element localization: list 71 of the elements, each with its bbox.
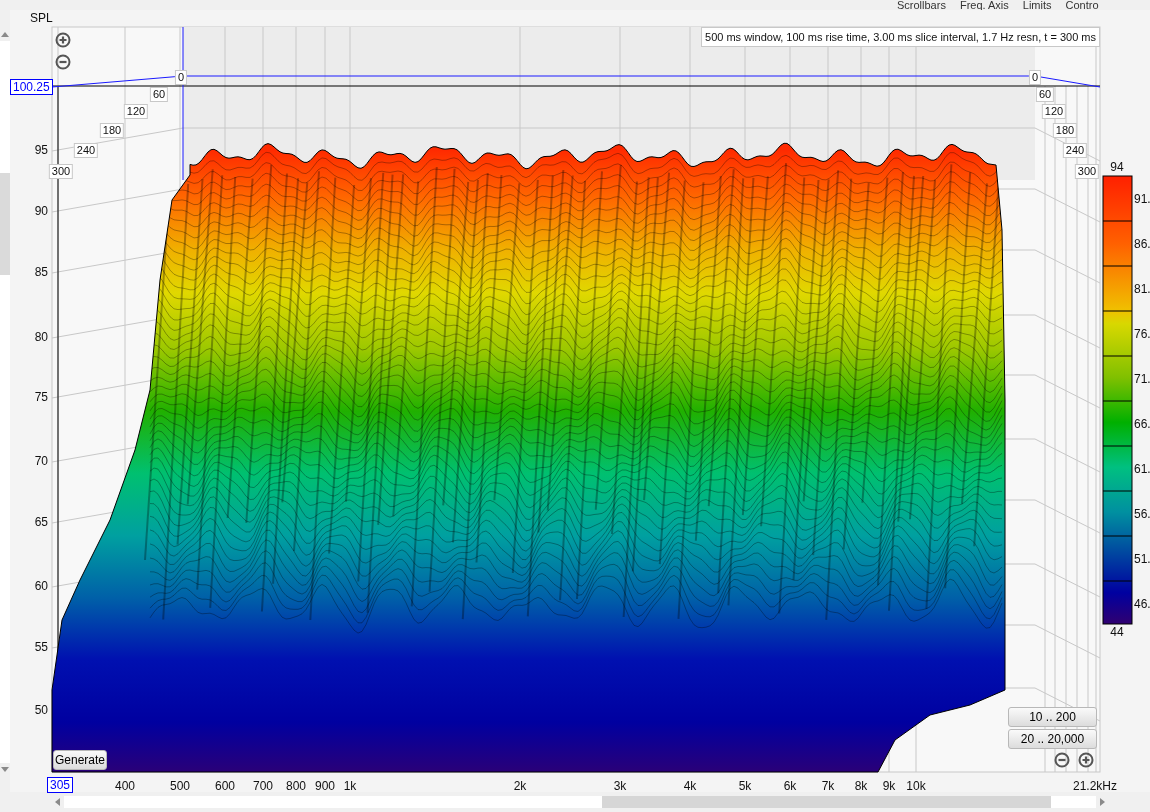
time-label: 240 — [1062, 143, 1088, 158]
time-label: 0 — [1028, 70, 1042, 85]
time-label: 180 — [99, 123, 125, 138]
scroll-down-icon[interactable] — [1, 767, 9, 772]
time-label: 60 — [149, 87, 169, 102]
axis-label: 3k — [613, 779, 627, 794]
axis-label: 7k — [821, 779, 835, 794]
axis-label: 95 — [34, 143, 48, 158]
cursor-value-label: 305 — [47, 777, 74, 793]
time-label: 60 — [1035, 87, 1055, 102]
color-scale-label: 51. — [1134, 552, 1150, 567]
axis-title: SPL — [30, 11, 53, 25]
axis-label: 900 — [315, 779, 335, 794]
color-scale-label: 86. — [1134, 237, 1150, 252]
scroll-up-icon[interactable] — [1, 32, 9, 37]
axis-label: 90 — [34, 204, 48, 219]
zoom-out-icon[interactable] — [1054, 752, 1070, 768]
axis-label: 75 — [34, 390, 48, 405]
color-scale-label: 46. — [1134, 597, 1150, 612]
color-scale-label: 76. — [1134, 327, 1150, 342]
scroll-right-icon[interactable] — [1100, 798, 1105, 806]
zoom-in-icon[interactable] — [55, 32, 71, 48]
generate-button[interactable]: Generate — [53, 750, 107, 770]
color-scale-label: 94 — [1110, 160, 1124, 175]
axis-label: 4k — [683, 779, 697, 794]
time-label: 300 — [48, 164, 74, 179]
time-label: 240 — [73, 143, 99, 158]
color-scale-label: 71. — [1134, 372, 1150, 387]
color-scale-label: 66. — [1134, 417, 1150, 432]
menu-item[interactable]: Contro — [1065, 0, 1099, 10]
zoom-in-icon[interactable] — [1078, 752, 1094, 768]
time-label: 180 — [1052, 123, 1078, 138]
menu-item[interactable]: Limits — [1022, 0, 1052, 10]
axis-label: 60 — [34, 579, 48, 594]
axis-label: 55 — [34, 640, 48, 655]
color-scale-label: 81. — [1134, 282, 1150, 297]
axis-label: 600 — [215, 779, 235, 794]
axis-label: 85 — [34, 265, 48, 280]
axis-label: 8k — [854, 779, 868, 794]
color-scale-label: 91. — [1134, 192, 1150, 207]
cursor-value-label: 100.25 — [10, 79, 53, 95]
axis-label: 10k — [906, 779, 926, 794]
scrollbar-thumb[interactable] — [602, 796, 1051, 808]
axis-label: 6k — [783, 779, 797, 794]
scrollbar-thumb[interactable] — [0, 173, 10, 275]
range-button[interactable]: 10 .. 200 — [1008, 707, 1097, 727]
axis-label: 700 — [253, 779, 273, 794]
axis-label: 9k — [882, 779, 896, 794]
color-scale-label: 56. — [1134, 507, 1150, 522]
axis-label: 5k — [738, 779, 752, 794]
scroll-left-icon[interactable] — [55, 798, 60, 806]
time-label: 0 — [174, 70, 188, 85]
axis-label: 70 — [34, 454, 48, 469]
axis-label: 500 — [170, 779, 190, 794]
axis-label: 50 — [34, 703, 48, 718]
color-scale-label: 61. — [1134, 462, 1150, 477]
axis-label: 21.2kHz — [1072, 779, 1117, 794]
axis-label: 2k — [513, 779, 527, 794]
axis-label: 80 — [34, 330, 48, 345]
axis-label: 800 — [286, 779, 306, 794]
zoom-out-icon[interactable] — [55, 54, 71, 70]
color-scale-label: 44 — [1110, 625, 1124, 640]
axis-label: 400 — [115, 779, 135, 794]
axis-label: 65 — [34, 515, 48, 530]
axis-label: 1k — [343, 779, 357, 794]
time-label: 300 — [1074, 164, 1100, 179]
info-label: 500 ms window, 100 ms rise time, 3.00 ms slice interval, 1.7 Hz resn, t = 300 ms — [701, 27, 1100, 47]
range-button[interactable]: 20 .. 20,000 — [1008, 729, 1097, 749]
menu-item[interactable]: Scrollbars — [897, 0, 946, 10]
time-label: 120 — [123, 104, 149, 119]
time-label: 120 — [1041, 104, 1067, 119]
